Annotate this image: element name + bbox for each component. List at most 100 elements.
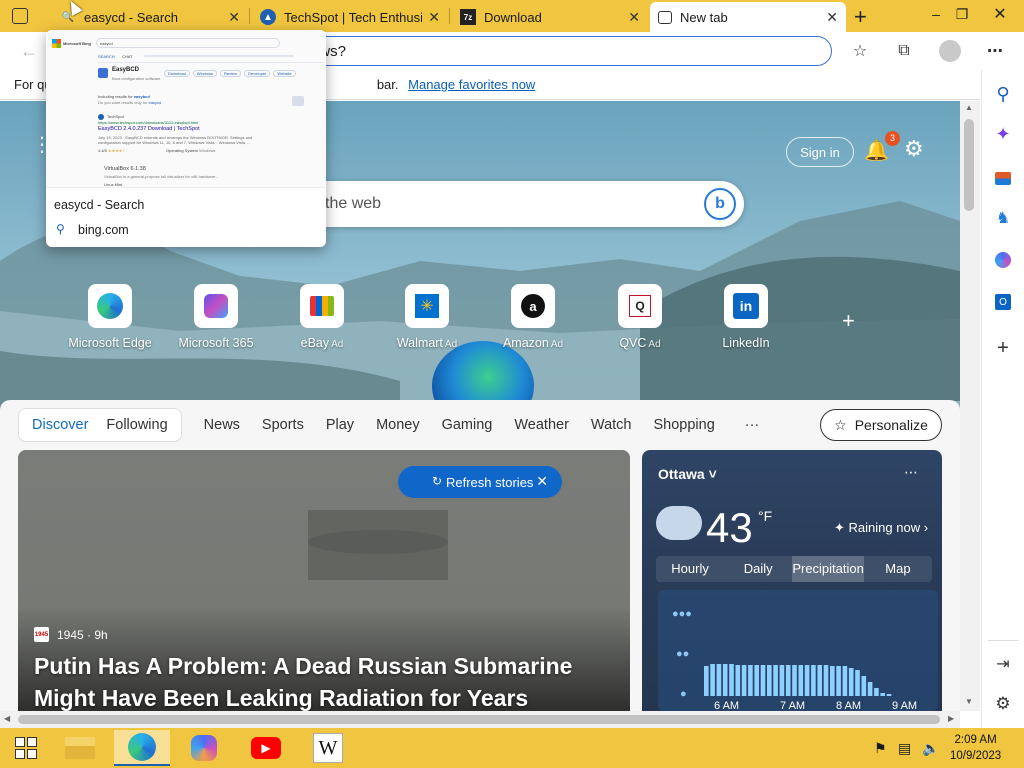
nav-shopping[interactable]: Shopping xyxy=(653,417,714,433)
manage-favorites-link[interactable]: Manage favorites now xyxy=(408,77,535,92)
youtube-taskbar-icon[interactable]: ▶ xyxy=(238,730,294,766)
nav-news[interactable]: News xyxy=(204,417,240,433)
quick-link-walmart[interactable]: ✳ Walmart Ad xyxy=(372,284,482,350)
profile-avatar[interactable] xyxy=(937,38,963,64)
nav-play[interactable]: Play xyxy=(326,417,354,433)
system-clock[interactable]: 2:09 AM 10/9/2023 xyxy=(950,732,1001,764)
restore-button[interactable]: ❐ xyxy=(946,0,978,28)
horizontal-scrollbar[interactable]: ◀ ▶ xyxy=(0,711,960,728)
collections-icon[interactable]: ⧉ xyxy=(891,38,917,64)
scroll-left-arrow[interactable]: ◀ xyxy=(4,714,10,723)
add-sidebar-app-icon[interactable]: + xyxy=(991,336,1015,360)
nav-gaming[interactable]: Gaming xyxy=(442,417,493,433)
thumb-rating: 4.4/5 xyxy=(98,148,107,153)
nav-sports[interactable]: Sports xyxy=(262,417,304,433)
quick-link-ebay[interactable]: eBay Ad xyxy=(267,284,377,350)
wikipedia-taskbar-icon[interactable]: W xyxy=(300,730,356,766)
sidebar-settings-icon[interactable]: ⚙ xyxy=(991,692,1015,716)
outlook-icon[interactable]: O xyxy=(991,290,1015,314)
tab-actions-button[interactable] xyxy=(12,8,28,24)
scroll-down-arrow[interactable]: ▼ xyxy=(965,697,973,706)
precip-bar xyxy=(867,682,873,696)
precip-bar xyxy=(830,666,835,696)
settings-more-icon[interactable]: ⋯ xyxy=(982,38,1008,64)
thumb-chip: Download xyxy=(164,70,190,77)
favorites-star-icon[interactable]: ☆ xyxy=(847,38,873,64)
linkedin-icon: in xyxy=(724,284,768,328)
amazon-icon: a xyxy=(511,284,555,328)
weather-more-icon[interactable]: ⋯ xyxy=(904,464,918,481)
hero-title[interactable]: Putin Has A Problem: A Dead Russian Subm… xyxy=(34,650,614,711)
close-icon[interactable]: ✕ xyxy=(228,9,240,26)
search-icon[interactable]: ⚲ xyxy=(991,82,1015,106)
tab-discover[interactable]: Discover xyxy=(23,417,97,433)
page-settings-gear-icon[interactable]: ⚙ xyxy=(904,136,924,162)
tab-following[interactable]: Following xyxy=(97,417,176,433)
scroll-right-arrow[interactable]: ▶ xyxy=(948,714,954,723)
tab-hourly[interactable]: Hourly xyxy=(656,556,724,582)
start-button[interactable] xyxy=(0,730,52,766)
file-explorer-icon[interactable] xyxy=(52,730,108,766)
personalize-button[interactable]: ☆ Personalize xyxy=(820,409,942,441)
vertical-scrollbar[interactable]: ▲ ▼ xyxy=(960,101,980,711)
edge-taskbar-icon[interactable] xyxy=(114,730,170,766)
address-bar[interactable]: ows? xyxy=(300,36,832,66)
quick-link-label: eBay xyxy=(300,336,330,350)
thumb-site-name: TechSpot xyxy=(107,114,124,119)
tab-techspot[interactable]: ▲ TechSpot | Tech Enthusiast ✕ xyxy=(252,2,448,32)
tab-precipitation[interactable]: Precipitation xyxy=(792,556,864,582)
vertical-scroll-thumb[interactable] xyxy=(964,119,974,211)
volume-muted-icon[interactable]: 🔈 xyxy=(922,740,939,757)
flag-icon[interactable]: ⚑ xyxy=(874,740,887,757)
refresh-stories-button[interactable]: ↻ Refresh stories ✕ xyxy=(398,466,562,498)
close-icon[interactable]: ✕ xyxy=(536,473,548,490)
m365-sidebar-icon[interactable] xyxy=(991,248,1015,272)
nav-money[interactable]: Money xyxy=(376,417,420,433)
scroll-up-arrow[interactable]: ▲ xyxy=(965,103,973,112)
tab-title: TechSpot | Tech Enthusiast xyxy=(284,9,423,25)
copilot-taskbar-icon[interactable] xyxy=(176,730,232,766)
new-tab-button[interactable]: + xyxy=(854,4,867,30)
tab-easycd-search[interactable]: 🔍 easycd - Search ✕ xyxy=(52,2,248,32)
quick-link-amazon[interactable]: a Amazon Ad xyxy=(478,284,588,350)
horizontal-scroll-thumb[interactable] xyxy=(18,715,940,724)
copilot-icon[interactable]: ✦ xyxy=(991,122,1015,146)
refresh-icon: ↻ xyxy=(432,474,443,488)
nav-weather[interactable]: Weather xyxy=(514,417,569,433)
web-search-box[interactable]: the web b xyxy=(300,181,744,227)
tab-new-tab[interactable]: New tab ✕ xyxy=(650,2,846,32)
nav-watch[interactable]: Watch xyxy=(591,417,632,433)
quick-link-linkedin[interactable]: in LinkedIn xyxy=(691,284,801,350)
tab-daily[interactable]: Daily xyxy=(724,556,792,582)
tab-map[interactable]: Map xyxy=(864,556,932,582)
tools-icon[interactable]: ♞ xyxy=(991,206,1015,230)
hide-sidebar-icon[interactable]: ⇥ xyxy=(991,652,1015,676)
thumb-system-label: Operating System xyxy=(166,148,199,153)
feed-nav: Discover Following News Sports Play Mone… xyxy=(18,408,759,442)
quick-link-qvc[interactable]: Q QVC Ad xyxy=(585,284,695,350)
precip-bar xyxy=(785,665,791,696)
shopping-icon[interactable] xyxy=(991,166,1015,190)
close-icon[interactable]: ✕ xyxy=(428,9,440,26)
close-icon[interactable]: ✕ xyxy=(628,9,640,26)
quick-link-edge[interactable]: Microsoft Edge xyxy=(55,284,165,350)
precip-bar xyxy=(886,694,892,696)
close-icon[interactable]: ✕ xyxy=(826,9,838,26)
thumb-result-url: https://www.techspot.com/downloads/3112-… xyxy=(98,120,199,125)
weather-card[interactable]: Ottawa ˅ ⋯ 43 °F ✦ Raining now › Hourly … xyxy=(642,450,942,711)
tab-download[interactable]: 7z Download ✕ xyxy=(452,2,648,32)
ad-badge: Ad xyxy=(331,339,344,350)
precip-bar xyxy=(855,670,860,696)
bing-chat-icon[interactable]: b xyxy=(704,188,736,220)
close-window-button[interactable]: ✕ xyxy=(984,0,1016,28)
weather-condition[interactable]: ✦ Raining now › xyxy=(834,520,928,536)
thumb-chip: Windows xyxy=(192,70,218,77)
precip-bar xyxy=(773,665,778,696)
back-icon[interactable]: ← xyxy=(16,38,42,64)
weather-location[interactable]: Ottawa ˅ xyxy=(658,466,717,482)
network-icon[interactable]: ▤ xyxy=(898,740,911,757)
sign-in-button[interactable]: Sign in xyxy=(786,137,854,167)
quick-link-m365[interactable]: Microsoft 365 xyxy=(161,284,271,350)
add-quick-link-icon[interactable]: + xyxy=(842,308,855,334)
nav-more-icon[interactable]: ··· xyxy=(745,417,760,433)
